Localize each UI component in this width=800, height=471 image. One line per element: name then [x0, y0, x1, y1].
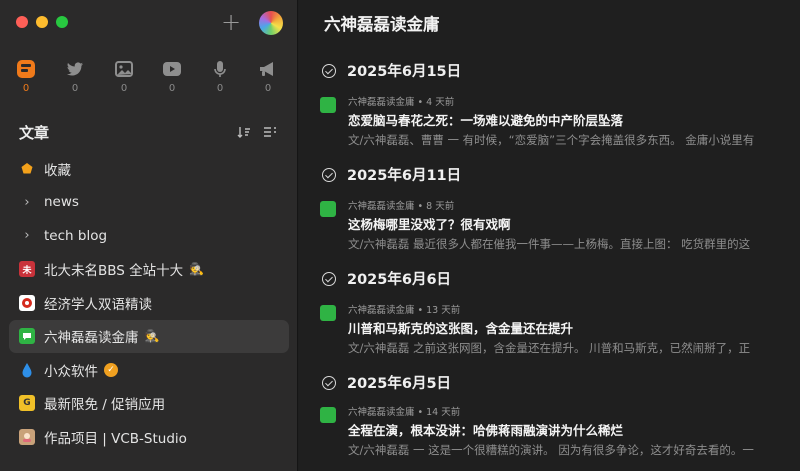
sidebar-item-label: 六神磊磊读金庸 [44, 330, 139, 347]
sidebar-item-label: 北大未名BBS 全站十大 [44, 263, 184, 280]
sidebar-item-appinn[interactable]: 小众软件 ✓ [9, 353, 289, 387]
add-feed-button[interactable]: + [221, 10, 241, 34]
close-window-button[interactable] [16, 16, 28, 28]
wechat-icon [19, 328, 35, 345]
feed-count: 0 [264, 83, 272, 94]
article-snippet: 文/六神磊磊 一 这是一个很糟糕的演讲。 因为有很多争论，这才好奇去看的。一 [348, 443, 754, 457]
feed-count: 0 [120, 83, 128, 94]
sort-icon[interactable] [236, 124, 252, 140]
twitter-icon [67, 62, 83, 76]
wechat-icon [320, 305, 336, 321]
subscription-list: 收藏 › news › tech blog 未 北大未名BBS 全站十大 🕵 经… [9, 152, 289, 454]
group-date: 2025年6月15日 [347, 64, 462, 80]
mark-read-icon[interactable] [322, 271, 336, 286]
group-date: 2025年6月11日 [347, 168, 462, 184]
vcb-icon [19, 428, 35, 445]
sidebar-item-pku-bbs[interactable]: 未 北大未名BBS 全站十大 🕵 [9, 253, 289, 287]
wechat-icon [320, 407, 336, 423]
sidebar-item-label: 最新限免 / 促销应用 [44, 397, 166, 414]
filter-list-icon[interactable] [262, 124, 278, 140]
sidebar-item-label: 小众软件 [44, 363, 98, 380]
article-meta: 六神磊磊读金庸 • 4 天前 [348, 97, 455, 108]
article-meta: 六神磊磊读金庸 • 8 天前 [348, 201, 455, 212]
feed-tab-social[interactable]: 0 [63, 58, 87, 94]
wechat-icon [320, 97, 336, 113]
video-icon [163, 62, 181, 76]
sidebar-item-label: 作品项目 | VCB-Studio [44, 430, 187, 447]
feed-tab-audio[interactable]: 0 [208, 58, 232, 94]
feed-count: 0 [216, 83, 224, 94]
section-title: 文章 [19, 124, 50, 142]
feed-count: 0 [22, 83, 30, 94]
verified-icon: ✓ [104, 362, 118, 377]
sidebar-item-label: 收藏 [44, 162, 71, 179]
mark-read-icon[interactable] [322, 375, 336, 390]
date-group-header[interactable]: 2025年6月6日 [322, 268, 451, 289]
chevron-right-icon[interactable]: › [19, 195, 35, 210]
article-snippet: 文/六神磊磊、曹曹 一 有时候，“恋爱脑”三个字会掩盖很多东西。 金庸小说里有 [348, 133, 755, 147]
drop-icon [19, 362, 35, 378]
article-title: 川普和马斯克的这张图，含金量还在提升 [348, 321, 574, 336]
article-title: 这杨梅哪里没戏了？很有戏啊 [348, 217, 511, 232]
article-item[interactable]: 六神磊磊读金庸 • 14 天前 全程在演，根本没讲：哈佛蒋雨融演讲为什么稀烂 文… [320, 404, 800, 462]
article-title: 恋爱脑马春花之死：一场难以避免的中产阶层坠落 [348, 113, 624, 128]
wechat-icon [320, 201, 336, 217]
sidebar-item-free-apps[interactable]: G 最新限免 / 促销应用 [9, 387, 289, 421]
article-meta: 六神磊磊读金庸 • 14 天前 [348, 407, 461, 418]
article-meta: 六神磊磊读金庸 • 13 天前 [348, 305, 461, 316]
feed-type-bar: 0 0 0 0 0 0 [0, 58, 298, 98]
group-date: 2025年6月5日 [347, 376, 452, 392]
megaphone-icon [260, 62, 273, 76]
sidebar-item-vcb-studio[interactable]: 作品项目 | VCB-Studio [9, 420, 289, 454]
minimize-window-button[interactable] [36, 16, 48, 28]
date-group-header[interactable]: 2025年6月11日 [322, 164, 461, 185]
chevron-right-icon[interactable]: › [19, 228, 35, 243]
spy-icon: 🕵 [189, 262, 205, 277]
sidebar-item-label: news [44, 194, 79, 211]
spy-icon: 🕵 [144, 329, 160, 344]
feed-count: 0 [168, 83, 176, 94]
sidebar-item-tech-blog[interactable]: › tech blog [9, 219, 289, 253]
bbs-icon: 未 [19, 261, 35, 278]
avatar[interactable] [259, 11, 283, 35]
page-title: 六神磊磊读金庸 [324, 15, 440, 34]
app-icon: G [19, 395, 35, 412]
article-item[interactable]: 六神磊磊读金庸 • 4 天前 恋爱脑马春花之死：一场难以避免的中产阶层坠落 文/… [320, 94, 800, 152]
feed-count: 0 [71, 83, 79, 94]
article-snippet: 文/六神磊磊 最近很多人都在催我一件事——上杨梅。直接上图： 吃货群里的这 [348, 237, 751, 251]
economist-icon [19, 294, 35, 311]
feed-tab-pictures[interactable]: 0 [112, 58, 136, 94]
sidebar-item-news[interactable]: › news [9, 186, 289, 220]
star-icon [19, 161, 35, 177]
date-group-header[interactable]: 2025年6月15日 [322, 60, 461, 81]
date-group-header[interactable]: 2025年6月5日 [322, 372, 451, 393]
sidebar-item-label: 经济学人双语精读 [44, 296, 152, 313]
article-snippet: 文/六神磊磊 之前这张网图，含金量还在提升。 川普和马斯克，已然闹掰了，正 [348, 341, 751, 355]
sidebar-item-label: tech blog [44, 227, 108, 244]
group-date: 2025年6月6日 [347, 272, 452, 288]
zoom-window-button[interactable] [56, 16, 68, 28]
feed-tab-articles[interactable]: 0 [14, 58, 38, 94]
feed-tab-notifications[interactable]: 0 [256, 58, 280, 94]
mark-read-icon[interactable] [322, 167, 336, 182]
microphone-icon [214, 61, 226, 77]
sidebar-item-favorites[interactable]: 收藏 [9, 152, 289, 186]
sidebar: + 0 0 0 0 0 0 文章 收藏 › news › tech blog 未… [0, 0, 298, 471]
feed-app-icon [17, 60, 35, 78]
article-list-pane: 六神磊磊读金庸 2025年6月15日 六神磊磊读金庸 • 4 天前 恋爱脑马春花… [299, 0, 800, 471]
image-icon [115, 61, 133, 77]
sidebar-item-liushen[interactable]: 六神磊磊读金庸 🕵 [9, 319, 289, 353]
feed-tab-videos[interactable]: 0 [160, 58, 184, 94]
sidebar-item-economist[interactable]: 经济学人双语精读 [9, 286, 289, 320]
mark-read-icon[interactable] [322, 63, 336, 78]
article-item[interactable]: 六神磊磊读金庸 • 13 天前 川普和马斯克的这张图，含金量还在提升 文/六神磊… [320, 302, 800, 360]
article-item[interactable]: 六神磊磊读金庸 • 8 天前 这杨梅哪里没戏了？很有戏啊 文/六神磊磊 最近很多… [320, 198, 800, 256]
article-title: 全程在演，根本没讲：哈佛蒋雨融演讲为什么稀烂 [348, 423, 624, 438]
